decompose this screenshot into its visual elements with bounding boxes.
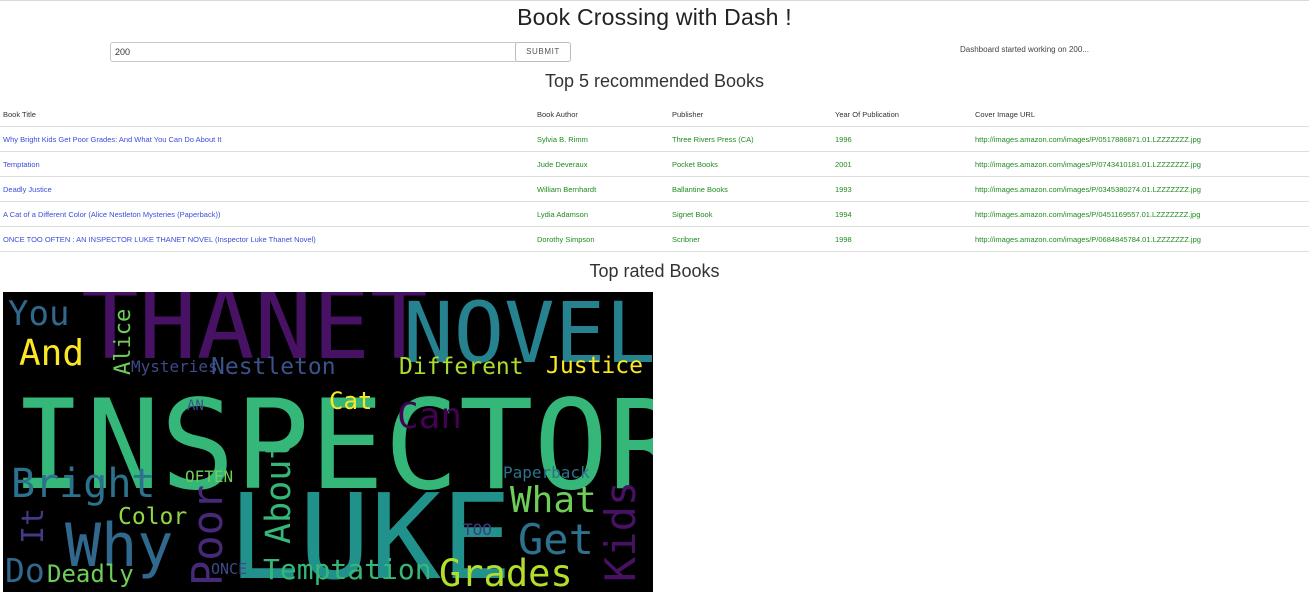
table-row: Deadly Justice William Bernhardt Ballant… [0,176,1309,202]
publisher-cell: Signet Book [669,201,832,227]
publisher-cell: Scribner [669,226,832,252]
publisher-cell: Pocket Books [669,151,832,177]
book-author-cell: Jude Deveraux [534,151,669,177]
recommended-heading: Top 5 recommended Books [544,71,765,91]
cover-url-cell: http://images.amazon.com/images/P/034538… [972,176,1309,202]
page-title: Book Crossing with Dash ! [517,4,792,30]
recommendations-table: Book Title Book Author Publisher Year Of… [0,102,1309,252]
input-row: submit Dashboard started working on 200.… [0,42,1309,62]
book-title-cell[interactable]: Deadly Justice [0,176,534,202]
wordcloud-word-do: Do [5,551,45,590]
table-header-row: Book Title Book Author Publisher Year Of… [0,102,1309,127]
wordcloud-word-cat: Cat [329,387,372,415]
wordcloud-word-temptation: Temptation [263,553,432,586]
book-title-cell[interactable]: ONCE TOO OFTEN : AN INSPECTOR LUKE THANE… [0,226,534,252]
book-title-cell[interactable]: A Cat of a Different Color (Alice Nestle… [0,201,534,227]
top-rated-heading: Top rated Books [589,261,720,281]
book-title-cell[interactable]: Temptation [0,151,534,177]
cover-url-cell: http://images.amazon.com/images/P/045116… [972,201,1309,227]
book-author-cell: Lydia Adamson [534,201,669,227]
book-author-cell: Sylvia B. Rimm [534,126,669,152]
wordcloud-word-mysteries: Mysteries [131,357,218,376]
year-cell: 2001 [832,151,972,177]
column-header-title: Book Title [0,102,534,127]
year-cell: 1994 [832,201,972,227]
wordcloud-word-an: AN [187,398,204,414]
book-author-cell: William Bernhardt [534,176,669,202]
table-row: Temptation Jude Deveraux Pocket Books 20… [0,151,1309,177]
year-cell: 1993 [832,176,972,202]
wordcloud-word-deadly: Deadly [47,560,134,588]
top-divider [0,0,1309,1]
table-row: A Cat of a Different Color (Alice Nestle… [0,201,1309,227]
publisher-cell: Ballantine Books [669,176,832,202]
cover-url-cell: http://images.amazon.com/images/P/068484… [972,226,1309,252]
submit-button[interactable]: submit [515,42,571,62]
status-text: Dashboard started working on 200... [960,45,1089,54]
wordcloud-svg: THANETNOVELINSPECTORLUKEYouAnd AliceMyste… [5,292,653,592]
wordcloud-word-once: ONCE [211,560,247,578]
wordcloud-word-grades: Grades [439,552,573,592]
column-header-publisher: Publisher [669,102,832,127]
wordcloud-image: THANET NOVEL INSPECTOR LUKE You And Alice Myste… [3,292,653,592]
wordcloud-word-color: Color [118,504,187,530]
wordcloud-word-you: You [8,294,69,334]
wordcloud-word-nestleton: Nestleton [211,354,336,380]
book-title-cell[interactable]: Why Bright Kids Get Poor Grades: And Wha… [0,126,534,152]
table-row: ONCE TOO OFTEN : AN INSPECTOR LUKE THANE… [0,226,1309,252]
wordcloud-word-kids: Kids [596,481,645,582]
year-cell: 1998 [832,226,972,252]
wordcloud-word-too: TOO [463,520,492,539]
table-row: Why Bright Kids Get Poor Grades: And Wha… [0,126,1309,152]
book-author-cell: Dorothy Simpson [534,226,669,252]
wordcloud-word-it: It [16,508,51,544]
column-header-year: Year Of Publication [832,102,972,127]
wordcloud-word-can: Can [397,396,462,437]
wordcloud-word-different: Different [399,354,524,380]
cover-url-cell: http://images.amazon.com/images/P/074341… [972,151,1309,177]
cover-url-cell: http://images.amazon.com/images/P/051788… [972,126,1309,152]
year-cell: 1996 [832,126,972,152]
wordcloud-word-about: About [259,439,299,544]
user-id-input[interactable] [110,42,518,62]
wordcloud-word-and: And [19,333,84,374]
wordcloud-word-justice: Justice [546,353,643,379]
publisher-cell: Three Rivers Press (CA) [669,126,832,152]
column-header-author: Book Author [534,102,669,127]
wordcloud-word-bright: Bright [11,461,156,507]
wordcloud-word-often: OFTEN [185,467,233,486]
column-header-cover-url: Cover Image URL [972,102,1309,127]
